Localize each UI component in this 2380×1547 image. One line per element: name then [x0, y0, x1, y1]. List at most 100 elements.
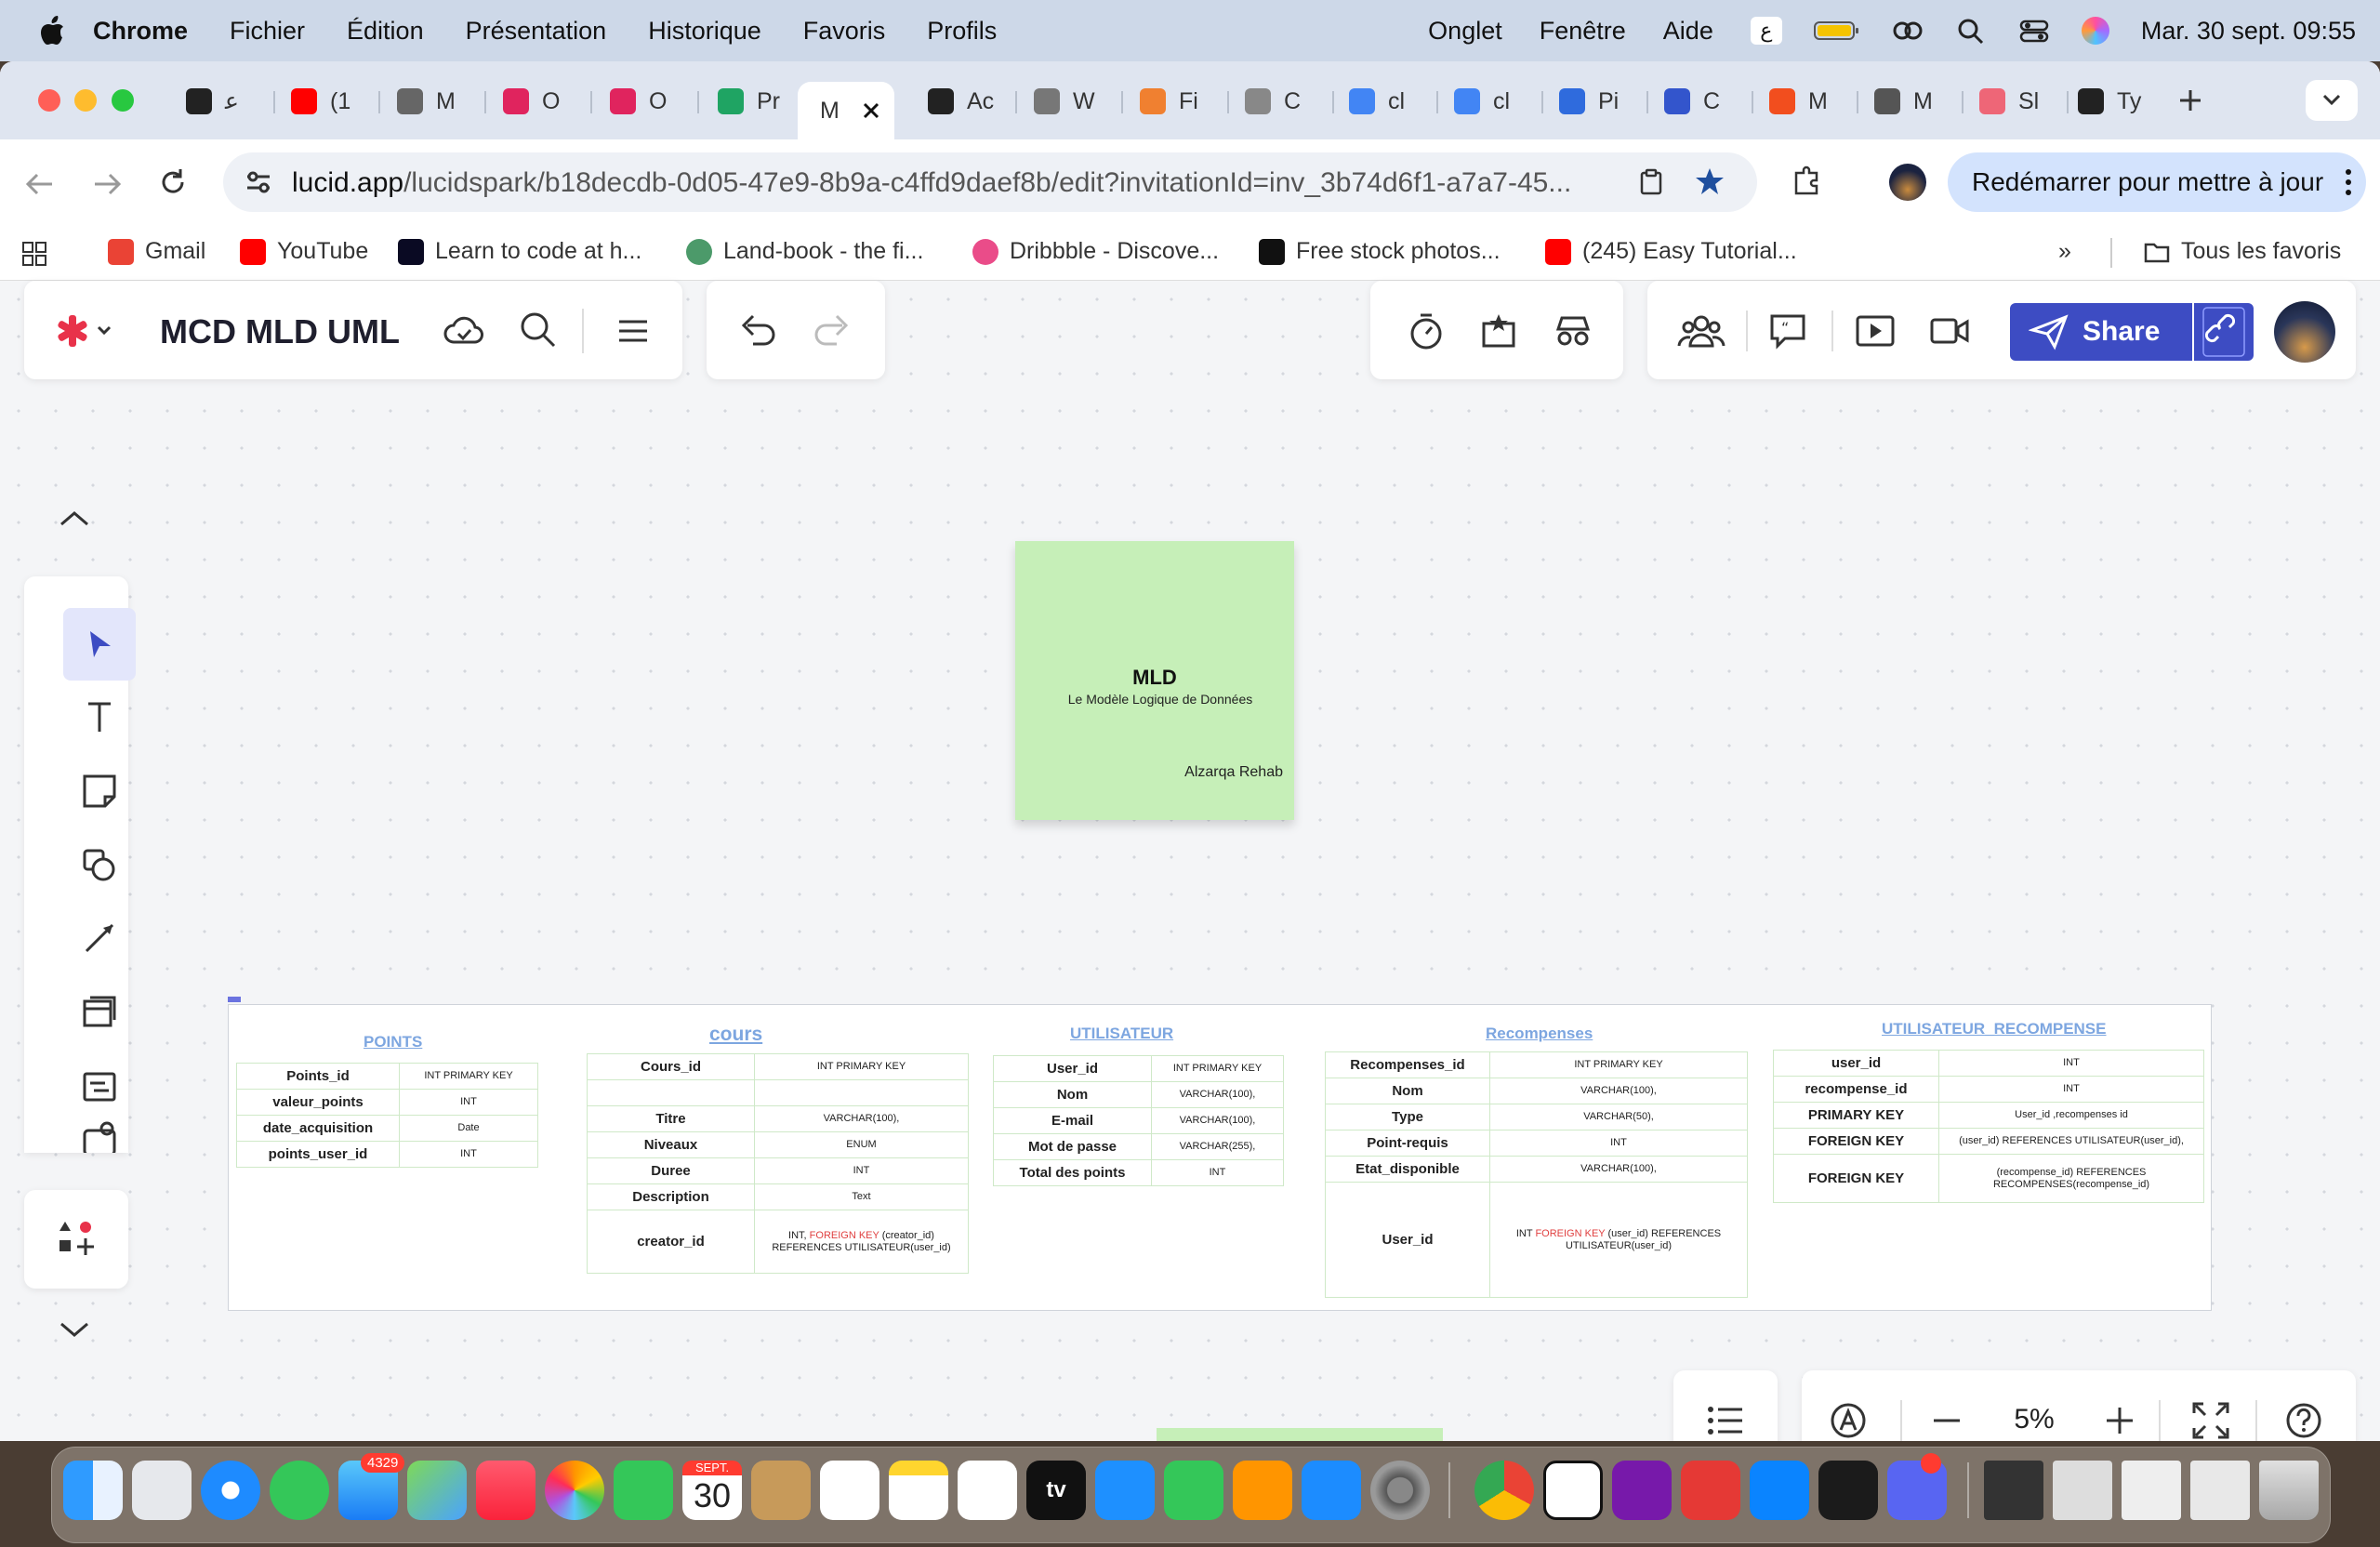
table-row[interactable]: Total des points INT: [993, 1159, 1284, 1186]
table-utilisateur[interactable]: User_id INT PRIMARY KEY Nom VARCHAR(100), E-…: [993, 1055, 1284, 1186]
keynote-icon[interactable]: [1095, 1461, 1155, 1520]
menu-fenetre[interactable]: Fenêtre: [1540, 17, 1626, 46]
restart-to-update-button[interactable]: Redémarrer pour mettre à jour: [1948, 152, 2366, 212]
table-row[interactable]: Nom VARCHAR(100),: [993, 1081, 1284, 1108]
select-tool[interactable]: [63, 608, 136, 681]
chrome-icon[interactable]: [1474, 1461, 1534, 1520]
music-icon[interactable]: [476, 1461, 536, 1520]
fit-to-screen-icon[interactable]: [2190, 1400, 2231, 1441]
browser-tab[interactable]: Ty: [2069, 82, 2158, 121]
menu-onglet[interactable]: Onglet: [1428, 17, 1502, 46]
recent-window-thumbnail[interactable]: [2190, 1461, 2250, 1520]
bookmark-landbook[interactable]: Land-book - the fi...: [686, 238, 923, 265]
bookmark-freecodecamp[interactable]: Learn to code at h...: [398, 238, 641, 265]
recent-window-thumbnail[interactable]: [1984, 1461, 2043, 1520]
comments-icon[interactable]: “: [1765, 309, 1811, 353]
reload-button[interactable]: [154, 164, 192, 201]
browser-tab[interactable]: (1: [282, 82, 371, 121]
table-row[interactable]: points_user_id INT: [236, 1141, 538, 1168]
contacts-icon[interactable]: [751, 1461, 811, 1520]
bookmark-dribbble[interactable]: Dribbble - Discove...: [972, 238, 1219, 265]
launchpad-icon[interactable]: [132, 1461, 192, 1520]
system-settings-icon[interactable]: [1370, 1461, 1430, 1520]
menu-aide[interactable]: Aide: [1663, 17, 1713, 46]
minimize-window-button[interactable]: [74, 89, 97, 112]
site-info-icon[interactable]: [244, 169, 273, 195]
table-row-foreign-key[interactable]: User_id INT FOREIGN KEY (user_id) REFEREN…: [1325, 1182, 1748, 1298]
search-icon[interactable]: [517, 309, 560, 351]
address-bar[interactable]: lucid.app/lucidspark/b18decdb-0d05-47e9-…: [223, 152, 1757, 212]
control-center-icon[interactable]: [2018, 17, 2050, 45]
mld-sticky-note[interactable]: MLD Le Modèle Logique de Données Alzarqa…: [1015, 541, 1294, 820]
browser-tab[interactable]: Sl: [1970, 82, 2059, 121]
table-row[interactable]: Etat_disponible VARCHAR(100),: [1325, 1156, 1748, 1183]
table-row[interactable]: Type VARCHAR(50),: [1325, 1104, 1748, 1130]
mld-tables-frame[interactable]: POINTS Points_id INT PRIMARY KEY valeur_po…: [228, 1004, 2212, 1311]
zoom-out-icon[interactable]: [1926, 1400, 1967, 1441]
browser-tab[interactable]: Ac: [919, 82, 1008, 121]
new-tab-button[interactable]: [2174, 84, 2207, 117]
table-row[interactable]: User_id INT PRIMARY KEY: [993, 1055, 1284, 1082]
link-icon[interactable]: [1892, 17, 1924, 45]
table-row[interactable]: date_acquisition Date: [236, 1115, 538, 1142]
menu-presentation[interactable]: Présentation: [466, 17, 607, 46]
spotlight-search-icon[interactable]: [1955, 17, 1987, 45]
redo-icon[interactable]: [809, 309, 855, 351]
siri-icon[interactable]: [2081, 17, 2109, 45]
notes-icon[interactable]: [889, 1461, 948, 1520]
line-tool[interactable]: [63, 902, 136, 974]
browser-tab[interactable]: Pi: [1550, 82, 1639, 121]
voting-icon[interactable]: [1476, 309, 1521, 353]
text-tool[interactable]: [63, 681, 136, 753]
browser-tab[interactable]: Pr: [708, 82, 798, 121]
tab-search-button[interactable]: [2306, 80, 2358, 121]
collaborators-icon[interactable]: [1675, 309, 1727, 353]
table-points[interactable]: Points_id INT PRIMARY KEY valeur_points INT…: [236, 1063, 538, 1168]
browser-tab[interactable]: C: [1655, 82, 1744, 121]
onenote-icon[interactable]: [1612, 1461, 1672, 1520]
shapes-tool[interactable]: [63, 829, 136, 902]
profile-avatar[interactable]: [1889, 164, 1926, 201]
browser-tab[interactable]: Fi: [1130, 82, 1220, 121]
table-row[interactable]: Niveaux ENUM: [587, 1131, 969, 1158]
numbers-icon[interactable]: [1164, 1461, 1223, 1520]
browser-tab[interactable]: M: [388, 82, 477, 121]
collapse-toolbar-up-icon[interactable]: [54, 504, 95, 532]
facetime-icon[interactable]: [614, 1461, 673, 1520]
document-title[interactable]: MCD MLD UML: [160, 312, 400, 351]
table-row[interactable]: recompense_id INT: [1773, 1076, 2204, 1103]
table-row[interactable]: Recompenses_id INT PRIMARY KEY: [1325, 1051, 1748, 1078]
close-tab-icon[interactable]: [862, 101, 880, 120]
table-row[interactable]: valeur_points INT: [236, 1089, 538, 1116]
pdf-expert-icon[interactable]: [1681, 1461, 1740, 1520]
browser-tab[interactable]: O: [494, 82, 583, 121]
bookmark-easy-tutorial[interactable]: (245) Easy Tutorial...: [1545, 238, 1797, 265]
trash-icon[interactable]: [2259, 1461, 2319, 1520]
table-row-foreign-key[interactable]: creator_id INT, FOREIGN KEY (creator_id) …: [587, 1210, 969, 1274]
recent-window-thumbnail[interactable]: [2053, 1461, 2112, 1520]
menu-favoris[interactable]: Favoris: [803, 17, 886, 46]
share-button[interactable]: Share: [2010, 303, 2192, 361]
table-row[interactable]: FOREIGN KEY (recompense_id) REFERENCES RE…: [1773, 1154, 2204, 1203]
battery-icon[interactable]: [1813, 17, 1860, 45]
menu-profils[interactable]: Profils: [927, 17, 997, 46]
table-recompenses[interactable]: Recompenses_id INT PRIMARY KEY Nom VARCHAR(…: [1325, 1051, 1748, 1298]
appletv-icon[interactable]: tv: [1026, 1461, 1086, 1520]
more-menu-icon[interactable]: [2344, 167, 2353, 197]
user-avatar[interactable]: [2274, 301, 2335, 363]
table-row[interactable]: Nom VARCHAR(100),: [1325, 1078, 1748, 1104]
undo-icon[interactable]: [734, 309, 781, 351]
table-row[interactable]: user_id INT: [1773, 1050, 2204, 1077]
reminders-icon[interactable]: [820, 1461, 879, 1520]
notion-icon[interactable]: [1543, 1461, 1603, 1520]
photos-icon[interactable]: [545, 1461, 604, 1520]
browser-tab[interactable]: C: [1236, 82, 1325, 121]
pages-icon[interactable]: [1233, 1461, 1292, 1520]
sticky-note-tool[interactable]: [63, 755, 136, 827]
menu-app-name[interactable]: Chrome: [93, 17, 188, 46]
table-tool[interactable]: [63, 1051, 136, 1123]
table-row[interactable]: [587, 1079, 969, 1106]
bookmark-pexels[interactable]: Free stock photos...: [1259, 238, 1501, 265]
private-mode-icon[interactable]: [1551, 309, 1595, 353]
more-tools-icon[interactable]: [63, 1119, 136, 1153]
